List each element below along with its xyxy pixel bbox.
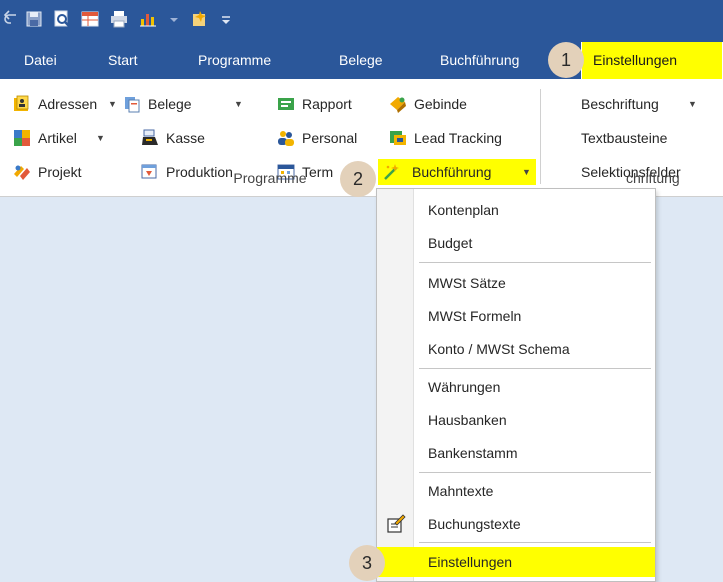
gebinde-label: Gebinde [414,96,467,112]
chevron-down-icon: ▼ [234,99,243,109]
kasse-label: Kasse [166,130,205,146]
group-label-programme: Programme [233,170,307,186]
menu-item-label: Kontenplan [428,202,499,218]
menu-separator [419,472,651,473]
textbausteine-button[interactable]: Textbausteine [581,125,721,151]
ribbon-tab-bar: Datei Start Programme Belege Buchführung… [0,42,723,79]
notepad-edit-icon [387,514,406,533]
artikel-button[interactable]: Artikel ▼ [12,125,122,151]
beschriftung-label: Beschriftung [581,96,659,112]
group-separator [540,89,541,184]
tab-belege[interactable]: Belege [339,42,383,79]
belege-label: Belege [148,96,192,112]
printer-icon[interactable] [109,9,129,29]
wizard-icon[interactable] [190,9,210,29]
article-tags-icon [14,130,30,146]
buchfuehrung-dropdown-menu: Kontenplan Budget MWSt Sätze MWSt Formel… [376,188,656,582]
menu-item-label: Budget [428,235,473,251]
menu-item-label: MWSt Formeln [428,308,522,324]
menu-item-konto-mwst-schema[interactable]: Konto / MWSt Schema [377,334,655,364]
personal-button[interactable]: Personal [276,125,371,151]
menu-item-label: Währungen [428,379,501,395]
tab-einstellungen[interactable]: Einstellungen [581,42,723,79]
artikel-label: Artikel [38,130,77,146]
menu-separator [419,368,651,369]
address-book-icon [14,95,29,111]
menu-item-label: Einstellungen [428,554,513,570]
print-preview-icon[interactable] [52,9,72,29]
tab-datei[interactable]: Datei [24,42,57,79]
adressen-label: Adressen [38,96,98,112]
beschriftung-button[interactable]: Beschriftung ▼ [581,91,721,117]
chevron-down-icon: ▼ [108,99,117,109]
quick-access-toolbar [0,0,723,42]
menu-item-kontenplan[interactable]: Kontenplan [377,195,655,225]
menu-item-label: Mahntexte [428,483,494,499]
chevron-down-icon: ▼ [96,133,105,143]
group-label-beschriftung: chriftung [626,170,680,186]
menu-item-mwst-formeln[interactable]: MWSt Formeln [377,301,655,331]
lead-tracking-button[interactable]: Lead Tracking [388,125,528,151]
menu-item-label: Bankenstamm [428,445,518,461]
report-icon [278,98,294,110]
lead-tracking-label: Lead Tracking [414,130,502,146]
menu-item-waehrungen[interactable]: Währungen [377,372,655,402]
tab-buchfuehrung[interactable]: Buchführung [440,42,519,79]
menu-item-mwst-saetze[interactable]: MWSt Sätze [377,268,655,298]
rapport-label: Rapport [302,96,352,112]
belege-button[interactable]: Belege ▼ [122,91,243,117]
menu-item-label: Konto / MWSt Schema [428,341,570,357]
menu-item-label: MWSt Sätze [428,275,506,291]
documents-icon [125,97,140,113]
menu-item-bankenstamm[interactable]: Bankenstamm [377,438,655,468]
adressen-button[interactable]: Adressen ▼ [12,91,122,117]
kasse-button[interactable]: Kasse [140,125,240,151]
gebinde-button[interactable]: Gebinde [388,91,488,117]
menu-item-budget[interactable]: Budget [377,228,655,258]
lead-tracking-icon [390,131,406,145]
step-badge-2: 2 [340,161,376,197]
step-badge-3: 3 [349,545,385,581]
personal-label: Personal [302,130,358,146]
rapport-button[interactable]: Rapport [276,91,371,117]
people-icon [278,131,294,146]
customize-arrow-icon[interactable] [216,9,236,29]
tab-start[interactable]: Start [108,42,138,79]
cash-register-icon [142,129,158,145]
menu-item-hausbanken[interactable]: Hausbanken [377,405,655,435]
menu-item-buchungstexte[interactable]: Buchungstexte [377,509,655,539]
menu-item-einstellungen[interactable]: Einstellungen [377,547,655,577]
menu-item-mahntexte[interactable]: Mahntexte [377,476,655,506]
menu-item-label: Buchungstexte [428,516,521,532]
tab-programme[interactable]: Programme [198,42,271,79]
table-icon[interactable] [80,9,100,29]
back-arrow-icon[interactable] [2,9,22,29]
chevron-down-icon: ▼ [688,99,697,109]
step-badge-1: 1 [548,42,584,78]
menu-item-label: Hausbanken [428,412,507,428]
menu-separator [419,542,651,543]
menu-separator [419,262,651,263]
dropdown-arrow-icon[interactable] [164,9,184,29]
textbausteine-label: Textbausteine [581,130,668,146]
save-disk-icon[interactable] [24,9,44,29]
chart-icon[interactable] [138,9,158,29]
package-icon [390,97,406,113]
